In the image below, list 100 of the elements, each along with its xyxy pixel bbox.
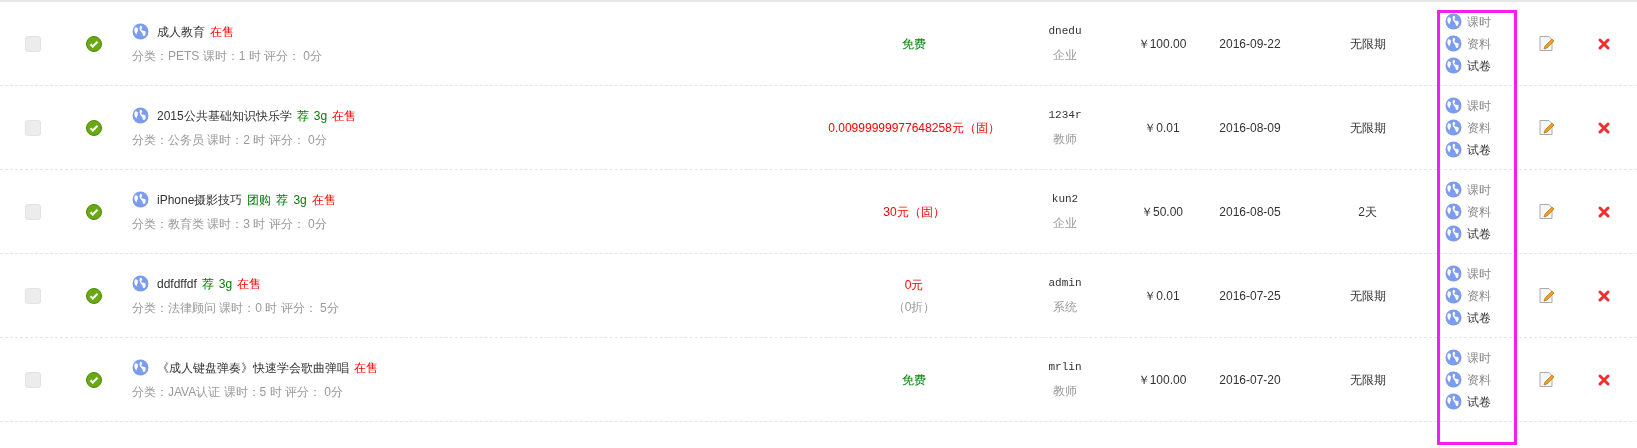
globe-icon <box>1445 309 1462 326</box>
owner-type: 企业 <box>1053 214 1077 232</box>
owner-name: dnedu <box>1048 24 1082 40</box>
globe-icon <box>1445 393 1462 410</box>
resource-link[interactable]: 资料 <box>1467 118 1491 137</box>
resource-link[interactable]: 课时 <box>1467 12 1491 31</box>
date-text: 2016-08-09 <box>1219 119 1281 137</box>
globe-icon <box>1445 181 1462 198</box>
amount-text: ￥0.01 <box>1144 287 1180 305</box>
resource-link[interactable]: 资料 <box>1467 286 1491 305</box>
date-text: 2016-08-05 <box>1219 203 1281 221</box>
globe-icon <box>132 275 149 292</box>
edit-icon[interactable] <box>1537 35 1555 52</box>
globe-icon <box>132 107 149 124</box>
course-meta: 分类：PETS 课时：1 时 评分： 0分 <box>132 47 324 65</box>
resource-link[interactable]: 试卷 <box>1467 224 1491 243</box>
period-text: 无限期 <box>1349 287 1386 305</box>
owner-name: 1234r <box>1048 108 1082 124</box>
period-text: 2天 <box>1358 203 1377 221</box>
resource-link[interactable]: 课时 <box>1467 96 1491 115</box>
course-title[interactable]: 成人教育 <box>157 22 205 41</box>
course-title[interactable]: iPhone摄影技巧 <box>157 190 243 209</box>
resource-link[interactable]: 资料 <box>1467 370 1491 389</box>
resource-link[interactable]: 试卷 <box>1467 308 1491 327</box>
globe-icon <box>1445 265 1462 282</box>
course-title[interactable]: 2015公共基础知识快乐学 <box>157 106 292 125</box>
period-text: 无限期 <box>1349 35 1386 53</box>
price-text: 0元 <box>904 276 924 294</box>
delete-icon[interactable] <box>1598 289 1610 302</box>
amount-text: ￥100.00 <box>1137 371 1187 389</box>
promo-tag: 荐 <box>296 106 309 125</box>
globe-icon <box>1445 141 1462 158</box>
date-text: 2016-07-20 <box>1219 371 1281 389</box>
status-tag: 在售 <box>237 274 262 293</box>
resource-link[interactable]: 课时 <box>1467 180 1491 199</box>
period-text: 无限期 <box>1349 119 1386 137</box>
promo-tag: 3g <box>313 106 328 125</box>
edit-icon[interactable] <box>1537 287 1555 304</box>
globe-icon <box>1445 57 1462 74</box>
owner-type: 企业 <box>1053 46 1077 64</box>
globe-icon <box>1445 13 1462 30</box>
globe-icon <box>1445 119 1462 136</box>
delete-icon[interactable] <box>1598 205 1610 218</box>
edit-icon[interactable] <box>1537 203 1555 220</box>
owner-type: 教师 <box>1053 130 1077 148</box>
amount-text: ￥0.01 <box>1144 119 1180 137</box>
promo-tag: 荐 <box>276 190 289 209</box>
row-checkbox[interactable] <box>25 119 41 136</box>
course-meta: 分类：公务员 课时：2 时 评分： 0分 <box>132 131 328 149</box>
promo-tag: 团购 <box>247 190 272 209</box>
course-meta: 分类：JAVA认证 课时：5 时 评分： 0分 <box>132 383 344 401</box>
row-checkbox[interactable] <box>25 287 41 304</box>
resource-link[interactable]: 试卷 <box>1467 392 1491 411</box>
row-checkbox[interactable] <box>25 35 41 52</box>
row-checkbox[interactable] <box>25 203 41 220</box>
price-text: 免费 <box>902 35 926 53</box>
status-tag: 在售 <box>210 22 234 41</box>
discount-text: （0折） <box>892 298 936 316</box>
globe-icon <box>1445 97 1462 114</box>
amount-text: ￥50.00 <box>1141 203 1183 221</box>
globe-icon <box>1445 203 1462 220</box>
price-text: 0.00999999977648258元（固） <box>828 119 1000 137</box>
row-checkbox[interactable] <box>25 371 41 388</box>
resource-link[interactable]: 资料 <box>1467 202 1491 221</box>
edit-icon[interactable] <box>1537 119 1555 136</box>
resource-link[interactable]: 课时 <box>1467 348 1491 367</box>
course-meta: 分类：教育类 课时：3 时 评分： 0分 <box>132 215 328 233</box>
globe-icon <box>132 191 149 208</box>
globe-icon <box>1445 287 1462 304</box>
price-text: 30元（固） <box>883 203 945 221</box>
status-tag: 在售 <box>311 190 336 209</box>
owner-name: kun2 <box>1051 192 1079 208</box>
resource-link[interactable]: 课时 <box>1467 264 1491 283</box>
date-text: 2016-07-25 <box>1219 287 1281 305</box>
edit-icon[interactable] <box>1537 371 1555 388</box>
globe-icon <box>1445 35 1462 52</box>
status-tag: 在售 <box>332 106 357 125</box>
resource-link[interactable]: 试卷 <box>1467 56 1491 75</box>
globe-icon <box>1445 225 1462 242</box>
course-meta: 分类：法律顾问 课时：0 时 评分： 5分 <box>132 299 340 317</box>
resource-link[interactable]: 资料 <box>1467 34 1491 53</box>
globe-icon <box>1445 371 1462 388</box>
globe-icon <box>132 23 149 40</box>
course-title[interactable]: 《成人键盘弹奏》快速学会歌曲弹唱 <box>157 358 349 377</box>
promo-tag: 荐 <box>201 274 214 293</box>
delete-icon[interactable] <box>1598 121 1610 134</box>
status-tag: 在售 <box>354 358 378 377</box>
owner-type: 系统 <box>1053 298 1077 316</box>
course-title[interactable]: ddfdffdf <box>157 274 197 293</box>
date-text: 2016-09-22 <box>1219 35 1281 53</box>
amount-text: ￥100.00 <box>1137 35 1187 53</box>
resource-link[interactable]: 试卷 <box>1467 140 1491 159</box>
delete-icon[interactable] <box>1598 373 1610 386</box>
promo-tag: 3g <box>293 190 307 209</box>
delete-icon[interactable] <box>1598 37 1610 50</box>
owner-name: admin <box>1048 276 1082 292</box>
globe-icon <box>1445 349 1462 366</box>
owner-name: mrlin <box>1048 360 1082 376</box>
period-text: 无限期 <box>1349 371 1386 389</box>
price-text: 免费 <box>902 371 926 389</box>
